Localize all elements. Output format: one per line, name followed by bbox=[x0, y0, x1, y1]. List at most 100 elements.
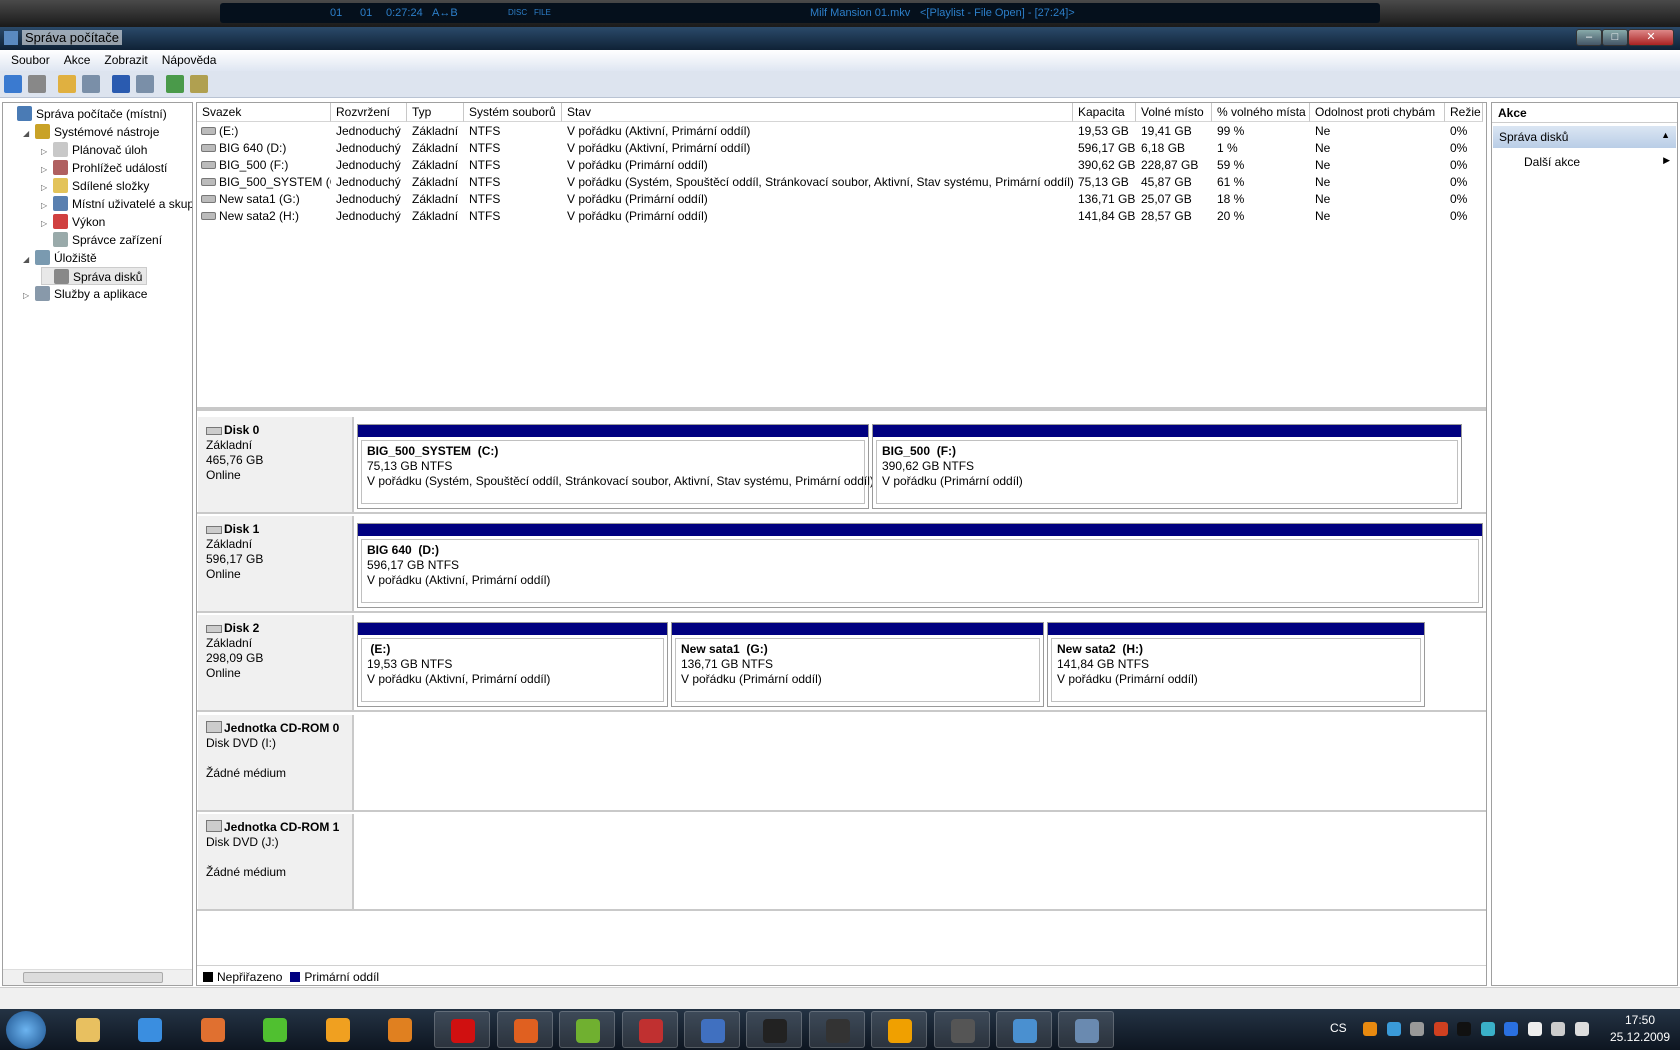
properties-icon[interactable] bbox=[190, 75, 208, 93]
steam-icon[interactable] bbox=[1457, 1022, 1471, 1036]
taskbar-info-button[interactable] bbox=[871, 1011, 928, 1048]
actions-section-disk-management[interactable]: Správa disků ▲ bbox=[1493, 126, 1676, 148]
volume-alert-icon[interactable] bbox=[1433, 1022, 1448, 1036]
disk-label[interactable]: Jednotka CD-ROM 1 Disk DVD (J:) Žádné médi… bbox=[198, 814, 354, 909]
update-icon[interactable] bbox=[1504, 1022, 1518, 1036]
table-cell[interactable]: Jednoduchý bbox=[331, 140, 407, 157]
tree-item[interactable]: ◢ Úložiště bbox=[23, 249, 97, 267]
disk-label[interactable]: Disk 0 Základní 465,76 GB Online bbox=[198, 417, 354, 512]
maximize-button[interactable]: □ bbox=[1602, 29, 1628, 46]
table-cell[interactable]: Jednoduchý bbox=[331, 174, 407, 191]
taskbar-trillian-button[interactable] bbox=[310, 1011, 366, 1048]
table-cell[interactable]: 19,53 GB bbox=[1073, 123, 1136, 140]
column-header[interactable]: Kapacita bbox=[1073, 103, 1136, 122]
start-button[interactable] bbox=[6, 1011, 46, 1049]
table-cell[interactable]: Základní bbox=[407, 191, 464, 208]
menu-napoveda[interactable]: Nápověda bbox=[155, 50, 224, 70]
volume-name[interactable]: BIG 640 (D:) bbox=[197, 140, 331, 157]
table-cell[interactable]: 25,07 GB bbox=[1136, 191, 1212, 208]
table-cell[interactable]: Jednoduchý bbox=[331, 191, 407, 208]
table-cell[interactable]: 61 % bbox=[1212, 174, 1310, 191]
speaker-icon[interactable] bbox=[1574, 1022, 1589, 1036]
back-icon[interactable] bbox=[4, 75, 22, 93]
table-cell[interactable]: NTFS bbox=[464, 140, 562, 157]
table-cell[interactable]: 19,41 GB bbox=[1136, 123, 1212, 140]
tree-item[interactable]: ▷Místní uživatelé a skupiny bbox=[41, 195, 192, 213]
collapse-icon[interactable]: ▲ bbox=[1661, 130, 1670, 140]
disk-label[interactable]: Disk 1 Základní 596,17 GB Online bbox=[198, 516, 354, 611]
disc-button[interactable]: DISC bbox=[508, 3, 527, 23]
column-header[interactable]: Svazek bbox=[197, 103, 331, 122]
taskbar-internet-explorer-button[interactable] bbox=[122, 1011, 178, 1048]
table-cell[interactable]: NTFS bbox=[464, 191, 562, 208]
table-cell[interactable]: 141,84 GB bbox=[1073, 208, 1136, 225]
minimize-button[interactable]: – bbox=[1576, 29, 1602, 46]
forward-icon[interactable] bbox=[28, 75, 46, 93]
taskbar-icq-button[interactable] bbox=[247, 1011, 303, 1048]
ab-repeat[interactable]: A↔B bbox=[432, 3, 458, 23]
volume-name[interactable]: BIG_500 (F:) bbox=[197, 157, 331, 174]
menu-zobrazit[interactable]: Zobrazit bbox=[97, 50, 154, 70]
table-cell[interactable]: 136,71 GB bbox=[1073, 191, 1136, 208]
more-actions-item[interactable]: Další akce ▶ bbox=[1493, 153, 1676, 171]
table-cell[interactable]: Jednoduchý bbox=[331, 123, 407, 140]
expander-icon[interactable]: ▷ bbox=[23, 287, 35, 305]
display-icon[interactable] bbox=[1386, 1022, 1401, 1036]
table-cell[interactable]: 45,87 GB bbox=[1136, 174, 1212, 191]
taskbar-tool-button[interactable] bbox=[933, 1011, 990, 1048]
table-cell[interactable]: Ne bbox=[1310, 208, 1445, 225]
disk-label[interactable]: Disk 2 Základní 298,09 GB Online bbox=[198, 615, 354, 710]
taskbar-save-button[interactable] bbox=[621, 1011, 678, 1048]
table-cell[interactable]: 390,62 GB bbox=[1073, 157, 1136, 174]
table-cell[interactable]: Základní bbox=[407, 157, 464, 174]
volume-name[interactable]: BIG_500_SYSTEM (C:) bbox=[197, 174, 331, 191]
table-cell[interactable]: Základní bbox=[407, 208, 464, 225]
table-cell[interactable]: Základní bbox=[407, 123, 464, 140]
table-cell[interactable]: Ne bbox=[1310, 157, 1445, 174]
table-cell[interactable]: 596,17 GB bbox=[1073, 140, 1136, 157]
tree-item[interactable]: ◢ Systémové nástroje bbox=[23, 123, 159, 141]
column-header[interactable]: Odolnost proti chybám bbox=[1310, 103, 1445, 122]
table-cell[interactable]: Ne bbox=[1310, 191, 1445, 208]
tree-item[interactable]: ▷ Služby a aplikace bbox=[23, 285, 147, 303]
help-icon[interactable] bbox=[112, 75, 130, 93]
tree-item[interactable]: Správa počítače (místní) bbox=[5, 105, 167, 123]
refresh-icon[interactable] bbox=[166, 75, 184, 93]
table-cell[interactable]: 6,18 GB bbox=[1136, 140, 1212, 157]
tree-item[interactable]: ▷ Prohlížeč událostí bbox=[41, 159, 167, 177]
taskbar-explorer-button[interactable] bbox=[60, 1011, 116, 1048]
action-center-flag-icon[interactable] bbox=[1527, 1022, 1542, 1036]
partition[interactable]: BIG 640 (D:) 596,17 GB NTFS V pořádku (Akt… bbox=[357, 523, 1483, 608]
volume-name[interactable]: New sata1 (G:) bbox=[197, 191, 331, 208]
clock-date[interactable]: 25.12.2009 bbox=[1604, 1030, 1676, 1044]
taskbar-control-panel-button[interactable] bbox=[996, 1011, 1052, 1048]
partition[interactable]: (E:) 19,53 GB NTFS V pořádku (Aktivní, Pri… bbox=[357, 622, 668, 707]
table-cell[interactable]: V pořádku (Aktivní, Primární oddíl) bbox=[562, 123, 1073, 140]
file-button[interactable]: FILE bbox=[534, 3, 551, 23]
table-cell[interactable]: Základní bbox=[407, 174, 464, 191]
taskbar-firefox-button[interactable] bbox=[496, 1011, 553, 1048]
show-hide-action-icon[interactable] bbox=[136, 75, 154, 93]
table-cell[interactable]: NTFS bbox=[464, 157, 562, 174]
table-cell[interactable]: Ne bbox=[1310, 174, 1445, 191]
table-cell[interactable]: Jednoduchý bbox=[331, 208, 407, 225]
partition[interactable]: BIG_500_SYSTEM (C:) 75,13 GB NTFS V pořádk… bbox=[357, 424, 874, 509]
up-folder-icon[interactable] bbox=[58, 75, 76, 93]
table-cell[interactable]: Ne bbox=[1310, 123, 1445, 140]
table-cell[interactable]: 0% bbox=[1445, 123, 1483, 140]
table-cell[interactable]: NTFS bbox=[464, 174, 562, 191]
expander-icon[interactable]: ◢ bbox=[23, 251, 35, 269]
table-cell[interactable]: 28,57 GB bbox=[1136, 208, 1212, 225]
info-icon[interactable] bbox=[1363, 1022, 1377, 1036]
table-cell[interactable]: 1 % bbox=[1212, 140, 1310, 157]
taskbar-winamp-button[interactable] bbox=[372, 1011, 428, 1048]
disk-label[interactable]: Jednotka CD-ROM 0 Disk DVD (I:) Žádné médi… bbox=[198, 715, 354, 810]
volume-name[interactable]: New sata2 (H:) bbox=[197, 208, 331, 225]
taskbar-mpc-button[interactable] bbox=[746, 1011, 803, 1048]
menu-soubor[interactable]: Soubor bbox=[4, 50, 57, 70]
table-cell[interactable]: 0% bbox=[1445, 140, 1483, 157]
show-hide-tree-icon[interactable] bbox=[82, 75, 100, 93]
volume-name[interactable]: (E:) bbox=[197, 123, 331, 140]
tree-item[interactable]: ▷ Sdílené složky bbox=[41, 177, 149, 195]
language-indicator[interactable]: CS bbox=[1330, 1021, 1347, 1035]
